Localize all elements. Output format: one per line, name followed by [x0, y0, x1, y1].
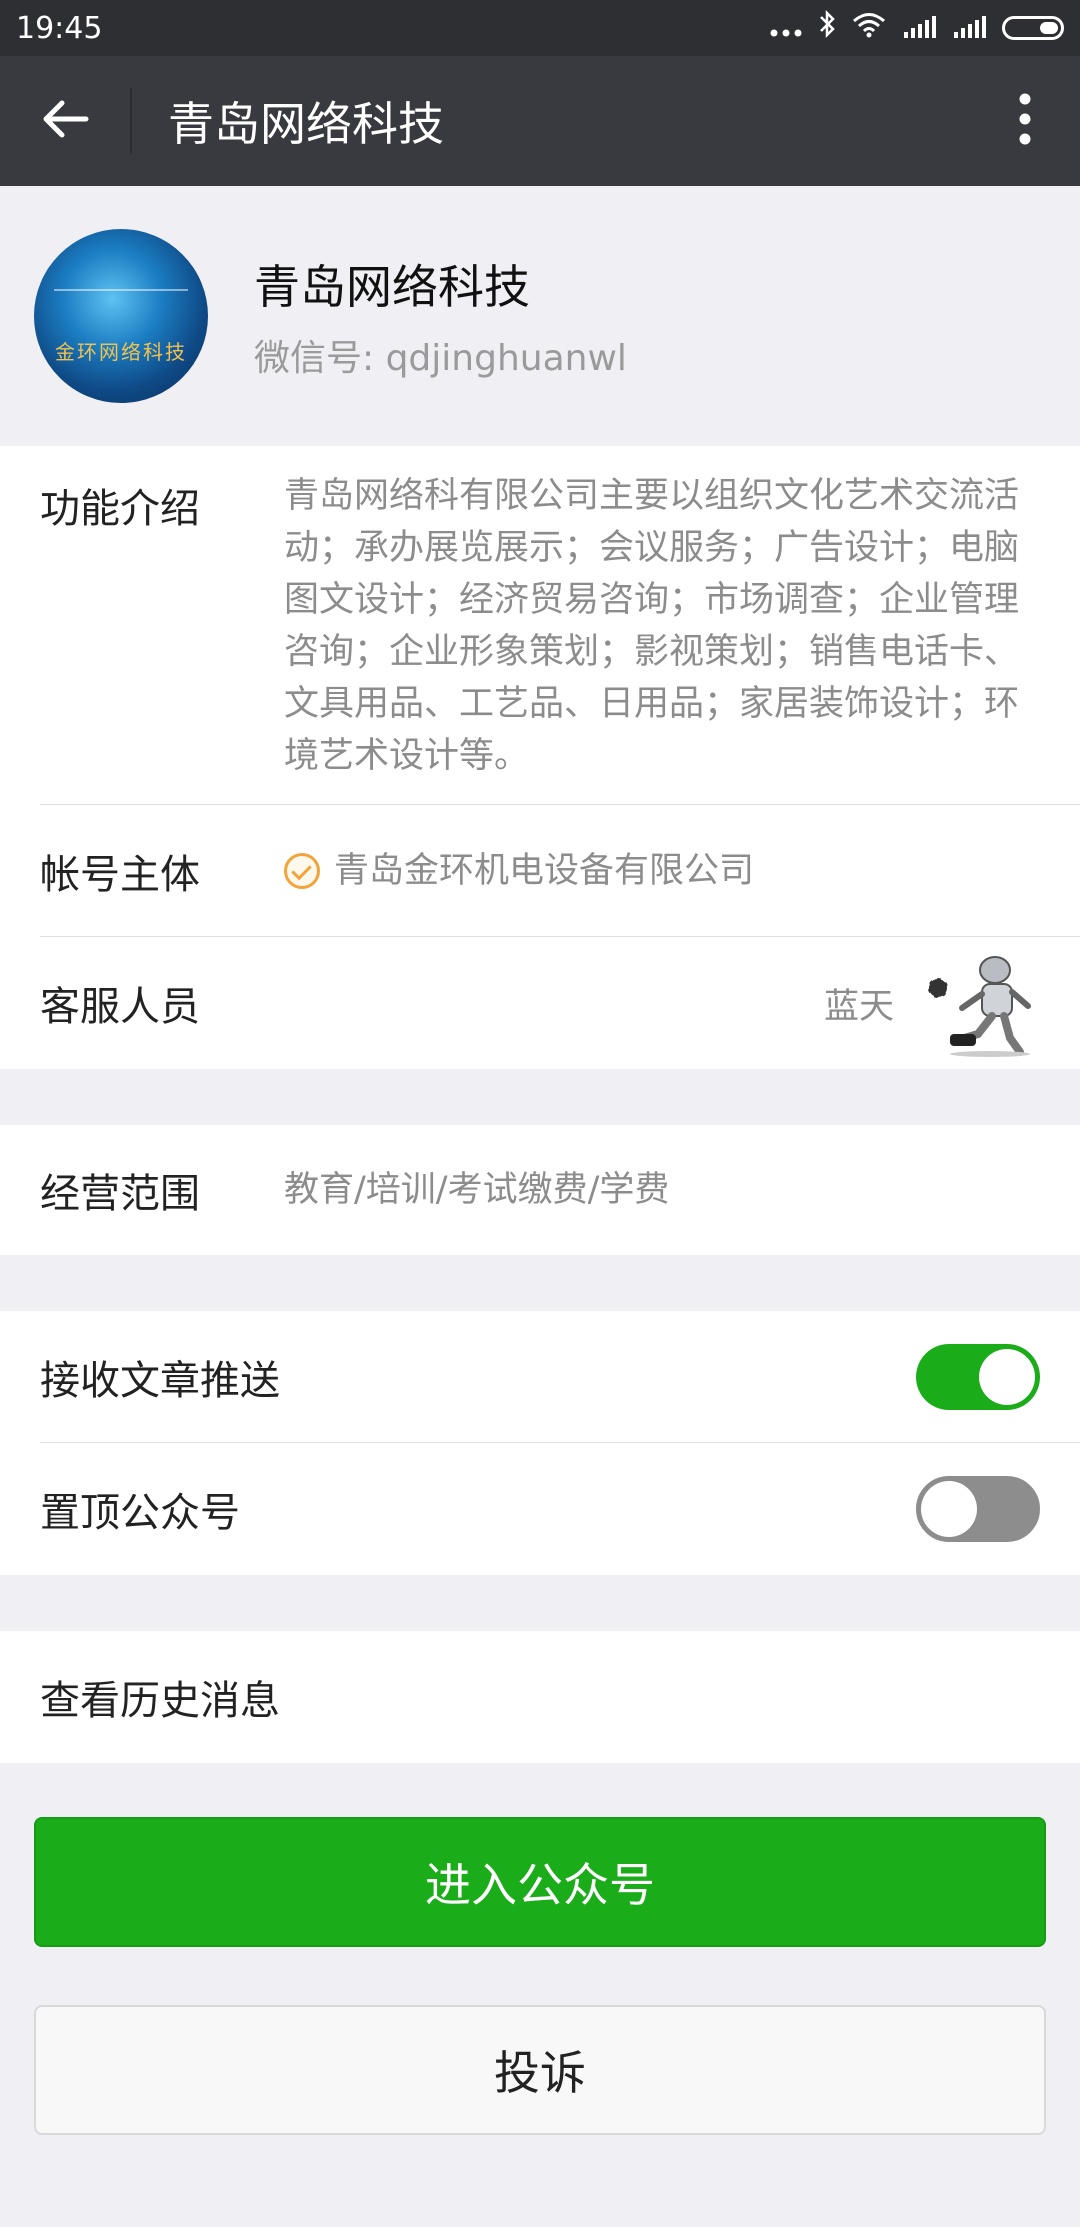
pin-account-toggle[interactable] [916, 1476, 1040, 1542]
scope-label: 经营范围 [40, 1171, 200, 1217]
status-time: 19:45 [16, 10, 103, 46]
back-arrow-icon [42, 99, 90, 143]
customer-service-row[interactable]: 客服人员 蓝天 [40, 937, 1080, 1069]
view-history-row[interactable]: 查看历史消息 [40, 1631, 1080, 1763]
intro-row: 功能介绍 青岛网络科有限公司主要以组织文化艺术交流活动；承办展览展示；会议服务；… [40, 446, 1080, 805]
scope-card: 经营范围 教育/培训/考试缴费/学费 [0, 1125, 1080, 1255]
account-profile: 金环网络科技 青岛网络科技 微信号: qdjinghuanwl [0, 186, 1080, 446]
info-card: 功能介绍 青岛网络科有限公司主要以组织文化艺术交流活动；承办展览展示；会议服务；… [0, 446, 1080, 1069]
complain-button[interactable]: 投诉 [34, 2005, 1046, 2135]
battery-icon [1002, 16, 1064, 40]
service-agent-name: 蓝天 [823, 986, 894, 1027]
account-subject-row[interactable]: 帐号主体 青岛金环机电设备有限公司 [40, 805, 1080, 937]
history-card: 查看历史消息 [0, 1631, 1080, 1763]
scope-value: 教育/培训/考试缴费/学费 [284, 1170, 670, 1210]
intro-label: 功能介绍 [40, 486, 200, 532]
settings-card: 接收文章推送 置顶公众号 [0, 1311, 1080, 1575]
service-label: 客服人员 [40, 984, 200, 1030]
account-name: 青岛网络科技 [254, 260, 530, 314]
receive-articles-label: 接收文章推送 [40, 1357, 280, 1404]
bluetooth-icon [818, 9, 836, 47]
receive-articles-toggle[interactable] [916, 1343, 1040, 1410]
back-button[interactable] [0, 56, 132, 186]
signal-icon [952, 11, 986, 46]
more-menu-button[interactable] [970, 56, 1080, 186]
enter-account-button[interactable]: 进入公众号 [34, 1817, 1046, 1947]
wifi-icon [852, 11, 886, 46]
status-icons [770, 9, 1064, 47]
avatar[interactable]: 金环网络科技 [34, 229, 208, 403]
wechat-id: 微信号: qdjinghuanwl [254, 338, 627, 379]
avatar-logo-text: 金环网络科技 [55, 340, 187, 364]
service-agent-avatar [920, 948, 1040, 1058]
pin-account-row: 置顶公众号 [40, 1443, 1080, 1575]
signal-icon [902, 11, 936, 46]
business-scope-row: 经营范围 教育/培训/考试缴费/学费 [40, 1125, 1080, 1255]
view-history-label: 查看历史消息 [40, 1678, 280, 1724]
pin-account-label: 置顶公众号 [40, 1490, 240, 1536]
intro-text: 青岛网络科有限公司主要以组织文化艺术交流活动；承办展览展示；会议服务；广告设计；… [284, 476, 1020, 776]
verified-check-icon [284, 852, 320, 889]
receive-articles-row: 接收文章推送 [40, 1311, 1080, 1443]
page-title: 青岛网络科技 [168, 97, 444, 151]
subject-value: 青岛金环机电设备有限公司 [334, 850, 755, 891]
more-vertical-icon [1018, 93, 1032, 149]
more-dots-icon [770, 11, 802, 46]
status-bar: 19:45 [0, 0, 1080, 56]
subject-label: 帐号主体 [40, 851, 200, 898]
app-bar: 青岛网络科技 [0, 56, 1080, 186]
